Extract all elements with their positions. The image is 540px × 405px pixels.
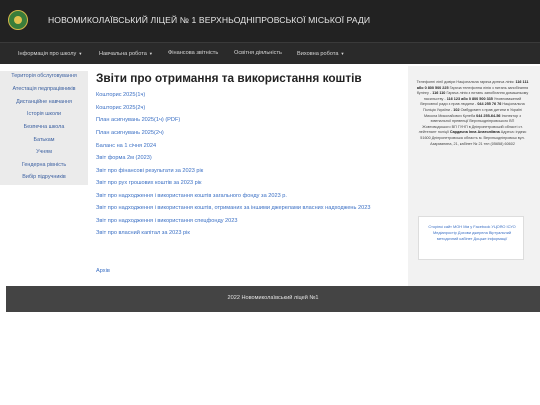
report-link[interactable]: План асигнувань 2025(1ч) (PDF) [96, 117, 180, 123]
sidebar-item-parents[interactable]: Батькам [0, 137, 88, 143]
nav-finance[interactable]: Фінансова звітність [168, 43, 218, 64]
report-link[interactable]: Кошторис 2025(1ч) [96, 92, 145, 98]
nav-education[interactable]: Освітня діяльність [234, 43, 282, 64]
main-content [90, 66, 403, 286]
report-link[interactable]: Баланс на 1 січня 2024 [96, 143, 156, 149]
resource-links-banner[interactable]: Сторінкі сайт МОН Мм у Facebook УЦОЯО ІС… [418, 216, 524, 260]
sidebar-item-history[interactable]: Історія школи [0, 111, 88, 117]
chevron-down-icon: ▼ [340, 51, 345, 56]
school-emblem-icon[interactable] [8, 10, 28, 30]
sidebar-item-gender[interactable]: Гендерна рівність [0, 162, 88, 168]
sidebar-item-territory[interactable]: Територія обслуговування [0, 73, 88, 79]
page-title: Звіти про отримання та використання кошт… [96, 71, 362, 85]
report-link[interactable]: План асигнувань 2025(2ч) [96, 130, 164, 136]
report-link[interactable]: Звіт про власний капітал за 2023 рік [96, 230, 190, 236]
resource-links-text[interactable]: Сторінкі сайт МОН Мм у Facebook УЦОЯО ІС… [423, 224, 521, 242]
sidebar-item-distance[interactable]: Дистанційне навчання [0, 99, 88, 105]
report-link[interactable]: Звіт про рух грошових коштів за 2023 рік [96, 180, 202, 186]
report-link[interactable]: Кошторис 2025(2ч) [96, 105, 145, 111]
sidebar-item-safe-school[interactable]: Безпечна школа [0, 124, 88, 130]
site-footer: 2022 Новомиколаївський ліцей №1 [6, 286, 540, 312]
chevron-down-icon: ▼ [148, 51, 153, 56]
report-link[interactable]: Звіт про надходження і використання спец… [96, 218, 238, 224]
helpline-info: Телефонні лінії довіри Національна гаряч… [416, 80, 529, 146]
site-title[interactable]: НОВОМИКОЛАЇВСЬКИЙ ЛІЦЕЙ № 1 ВЕРХНЬОДНІПР… [48, 15, 370, 25]
report-link[interactable]: Звіт про надходження і використання кошт… [96, 205, 370, 211]
nav-upbringing[interactable]: Виховна робота ▼ [297, 43, 344, 64]
footer-copyright: 2022 Новомиколаївський ліцей №1 [227, 295, 319, 301]
report-link[interactable]: Звіт форма 2м (2023) [96, 155, 152, 161]
nav-teaching[interactable]: Навчальна робота ▼ [99, 43, 153, 64]
sidebar-item-attestation[interactable]: Атестація педпрацівників [0, 86, 88, 92]
report-link[interactable]: Звіт про фінансові результати за 2023 рі… [96, 168, 203, 174]
site-header: НОВОМИКОЛАЇВСЬКИЙ ЛІЦЕЙ № 1 ВЕРХНЬОДНІПР… [0, 0, 540, 42]
main-nav: Інформація про школу ▼ Навчальна робота ▼ … [0, 42, 540, 64]
archive-link[interactable]: Архів [96, 268, 110, 274]
sidebar-item-students[interactable]: Учням [0, 149, 88, 155]
nav-school-info[interactable]: Інформація про школу ▼ [18, 43, 82, 64]
report-link[interactable]: Звіт про надходження і використання кошт… [96, 193, 287, 199]
sidebar-item-textbooks[interactable]: Вибір підручників [0, 174, 88, 180]
chevron-down-icon: ▼ [78, 51, 83, 56]
